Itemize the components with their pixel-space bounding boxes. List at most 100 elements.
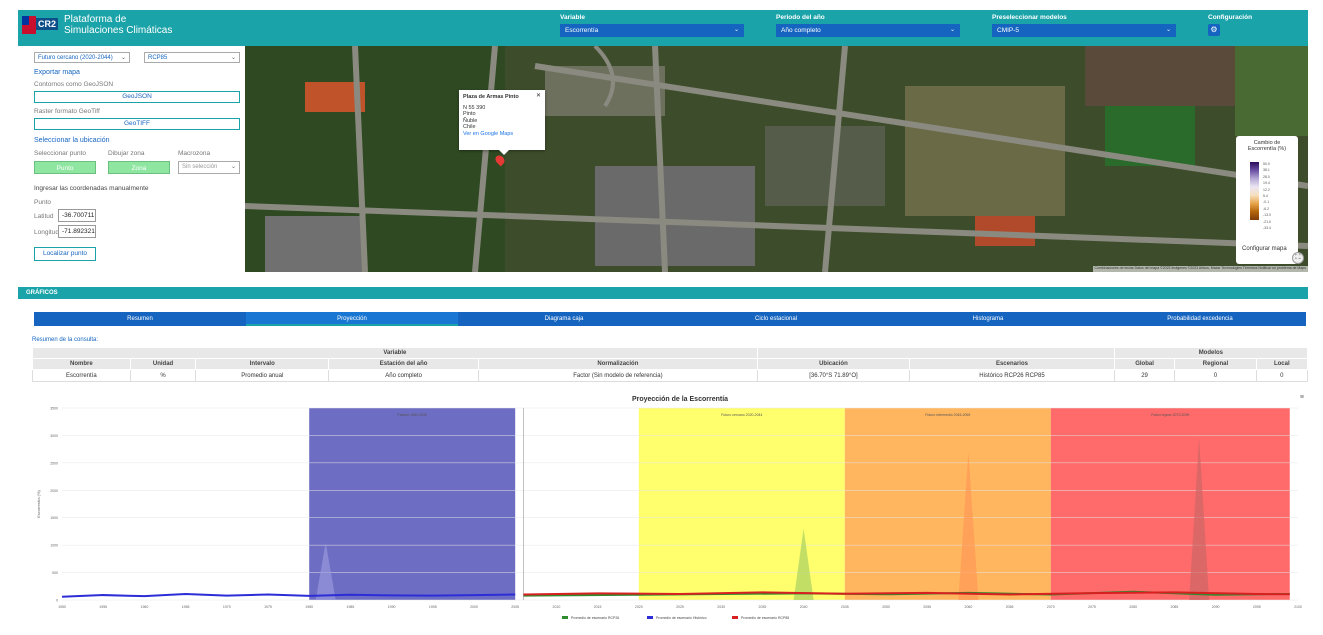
x-tick-label: 2070 <box>1047 605 1055 609</box>
macrozone-label: Macrozona <box>178 150 211 157</box>
config-group: Configuración ⚙ <box>1208 14 1288 36</box>
column-header: Global <box>1113 358 1176 370</box>
point-button[interactable]: Punto <box>34 161 96 174</box>
tab-diagrama-caja[interactable]: Diagrama caja <box>458 312 670 326</box>
menu-icon[interactable]: ≡ <box>1300 394 1304 401</box>
periodo-selector: Periodo del año Año completo ⌄ <box>776 14 960 37</box>
satellite-imagery <box>245 46 1308 272</box>
legend-value: -13.0 <box>1263 213 1271 218</box>
x-tick-label: 2010 <box>553 605 561 609</box>
gear-icon[interactable]: ⚙ <box>1208 24 1220 36</box>
column-header: Escenarios <box>909 358 1115 370</box>
modelos-label: Preseleccionar modelos <box>992 14 1067 21</box>
x-tick-label: 1950 <box>58 605 66 609</box>
x-tick-label: 2055 <box>923 605 931 609</box>
x-tick-label: 1980 <box>305 605 313 609</box>
chevron-down-icon: ⌄ <box>1165 27 1171 33</box>
x-tick-label: 2085 <box>1171 605 1179 609</box>
cr2-logo: CR2 <box>22 14 59 36</box>
chart-title: Proyección de la Escorrentía <box>632 396 728 403</box>
export-title: Exportar mapa <box>34 69 80 76</box>
x-tick-label: 2045 <box>841 605 849 609</box>
x-tick-label: 2015 <box>594 605 602 609</box>
left-panel: Futuro cercano (2020-2044) ⌄ RCP85 ⌄ Expor… <box>30 46 244 272</box>
locate-point-button[interactable]: Localizar punto <box>34 247 96 261</box>
x-tick-label: 2035 <box>759 605 767 609</box>
tab-ciclo-estacional[interactable]: Ciclo estacional <box>670 312 882 326</box>
column-header: Estación del año <box>328 358 480 370</box>
x-tick-label: 2060 <box>965 605 973 609</box>
satellite-map[interactable]: Plaza de Armas Pinto ✕ N 55 390 Pinto Ñu… <box>245 46 1308 272</box>
projection-chart: Proyección de la Escorrentía Pasado 1980-… <box>32 390 1308 630</box>
chevron-down-icon: ⌄ <box>949 27 955 33</box>
geojson-label: Contornos como GeoJSON <box>34 81 114 88</box>
chart-svg: Proyección de la Escorrentía Pasado 1980-… <box>36 396 1302 620</box>
location-title: Seleccionar la ubicación <box>34 137 110 144</box>
column-header: Nombre <box>32 358 131 370</box>
tab-proyección[interactable]: Proyección <box>246 312 458 326</box>
x-tick-label: 1965 <box>182 605 190 609</box>
geotiff-button[interactable]: GeoTIFF <box>34 118 240 130</box>
x-tick-label: 2000 <box>470 605 478 609</box>
summary-label: Resumen de la consulta: <box>32 337 99 343</box>
app-title-line2: Simulaciones Climáticas <box>64 25 173 36</box>
x-tick-label: 2065 <box>1006 605 1014 609</box>
x-tick-label: 2090 <box>1212 605 1220 609</box>
graficos-header: GRÁFICOS <box>18 287 1308 299</box>
tab-probabilidad-excedencia[interactable]: Probabilidad excedencia <box>1094 312 1306 326</box>
x-tick-label: 2020 <box>635 605 643 609</box>
modelos-select[interactable]: CMIP-5 ⌄ <box>992 24 1176 37</box>
latitude-input[interactable]: -36.700711 <box>58 209 96 222</box>
y-tick-label: 1500 <box>50 516 58 520</box>
variable-label: Variable <box>560 14 585 21</box>
x-tick-label: 1960 <box>141 605 149 609</box>
group-header-variable: Variable <box>32 347 758 359</box>
app-title: Plataforma de Simulaciones Climáticas <box>64 14 172 36</box>
fullscreen-icon[interactable]: ⛶ <box>1292 252 1304 264</box>
x-tick-label: 1975 <box>264 605 272 609</box>
table-cell: Promedio anual <box>195 369 330 382</box>
macrozone-select[interactable]: Sin selección ⌄ <box>178 161 240 174</box>
tab-resumen[interactable]: Resumen <box>34 312 246 326</box>
tab-histograma[interactable]: Histograma <box>882 312 1094 326</box>
legend-value: 38.1 <box>1263 168 1270 173</box>
configure-map-button[interactable]: Configurar mapa <box>1242 246 1287 252</box>
table-cell: % <box>129 369 197 382</box>
legend-title-line2: Escorrentía (%) <box>1247 146 1287 152</box>
period-band-label: Futuro lejano 2070-2099 <box>1151 413 1189 417</box>
column-header: Local <box>1255 358 1309 370</box>
periodo-label: Periodo del año <box>776 14 825 21</box>
manual-coords-label: Ingresar las coordenadas manualmente <box>34 185 149 192</box>
legend-label: Promedio de escenario RCP26 <box>571 616 619 620</box>
period-select[interactable]: Futuro cercano (2020-2044) ⌄ <box>34 52 130 63</box>
x-tick-label: 2030 <box>717 605 725 609</box>
x-tick-label: 1985 <box>347 605 355 609</box>
x-tick-label: 2075 <box>1088 605 1096 609</box>
x-tick-label: 1995 <box>429 605 437 609</box>
x-tick-label: 2025 <box>676 605 684 609</box>
chile-flag-icon <box>22 16 36 34</box>
periodo-select[interactable]: Año completo ⌄ <box>776 24 960 37</box>
close-icon[interactable]: ✕ <box>536 93 541 100</box>
scenario-select[interactable]: RCP85 ⌄ <box>144 52 240 63</box>
legend-value: 19.4 <box>1263 181 1270 186</box>
longitude-input[interactable]: -71.892321 <box>58 225 96 238</box>
legend-color-ramp <box>1250 162 1259 220</box>
chart-tabs: Resumen Proyección Diagrama caja Ciclo esta… <box>34 312 1306 326</box>
x-tick-label: 2050 <box>882 605 890 609</box>
period-band-label: Futuro intermedio 2045-2069 <box>925 413 970 417</box>
google-maps-link[interactable]: Ver en Google Maps <box>463 131 541 138</box>
geojson-button[interactable]: GeoJSON <box>34 91 240 103</box>
y-tick-label: 3000 <box>50 434 58 438</box>
y-tick-label: 3500 <box>50 407 58 411</box>
point-label: Punto <box>34 199 51 206</box>
period-band <box>638 408 845 600</box>
column-header: Intervalo <box>195 358 330 370</box>
variable-select[interactable]: Escorrentía ⌄ <box>560 24 744 37</box>
zone-button[interactable]: Zona <box>108 161 170 174</box>
column-header: Normalización <box>478 358 758 370</box>
legend-swatch <box>562 616 568 619</box>
geotiff-label: Raster formato GeoTiff <box>34 108 100 115</box>
config-label: Configuración <box>1208 14 1253 21</box>
column-header: Unidad <box>129 358 197 370</box>
